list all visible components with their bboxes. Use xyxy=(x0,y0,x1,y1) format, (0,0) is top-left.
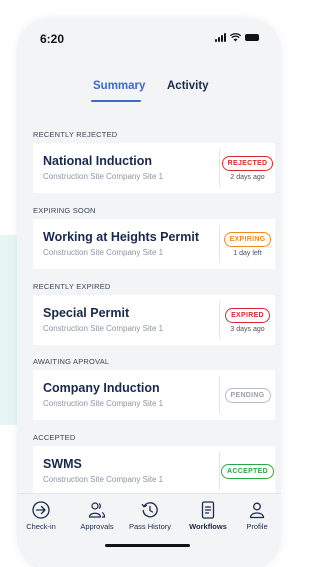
tab-bar: Summary Activity xyxy=(17,80,281,104)
status-badge-pending: PENDING xyxy=(224,387,271,403)
card-special-permit[interactable]: Special Permit Construction Site Company… xyxy=(33,295,275,345)
tab-summary[interactable]: Summary xyxy=(93,80,145,92)
profile-person-icon xyxy=(249,502,265,519)
battery-icon xyxy=(245,34,259,41)
nav-label: Profile xyxy=(246,522,268,531)
nav-check-in[interactable]: Check-in xyxy=(17,500,65,531)
card-title: Working at Heights Permit xyxy=(43,230,200,244)
phone-screen: 6:20 Summary Activity RECENTLY REJECTED … xyxy=(17,18,281,567)
approvals-users-icon xyxy=(88,502,106,518)
section-header-awaiting-approval: AWAITING APROVAL xyxy=(33,357,110,366)
status-bar: 6:20 xyxy=(17,18,281,58)
active-tab-indicator xyxy=(91,100,141,102)
nav-label: Pass History xyxy=(128,522,172,531)
status-time: 6:20 xyxy=(40,32,65,46)
nav-workflows[interactable]: Workflows xyxy=(184,500,232,531)
card-title: Special Permit xyxy=(43,306,130,320)
card-national-induction[interactable]: National Induction Construction Site Com… xyxy=(33,143,275,193)
card-subtitle: Construction Site Company Site 1 xyxy=(43,248,164,257)
card-subtitle: Construction Site Company Site 1 xyxy=(43,475,164,484)
status-area: REJECTED 2 days ago xyxy=(220,143,275,193)
status-area: EXPIRING 1 day left xyxy=(220,219,275,269)
nav-label: Check-in xyxy=(26,522,56,531)
status-area: ACCEPTED xyxy=(220,446,275,496)
card-subtitle: Construction Site Company Site 1 xyxy=(43,172,164,181)
status-badge-rejected: REJECTED xyxy=(221,155,274,171)
status-badge-accepted: ACCEPTED xyxy=(221,463,274,479)
nav-label: Approvals xyxy=(80,522,114,531)
status-time-label: 3 days ago xyxy=(230,325,265,333)
status-icons xyxy=(215,33,259,42)
status-area: EXPIRED 3 days ago xyxy=(220,295,275,345)
status-badge-expired: EXPIRED xyxy=(225,307,270,323)
nav-pass-history[interactable]: Pass History xyxy=(126,500,174,531)
card-title: Company Induction xyxy=(43,381,160,395)
status-area: PENDING xyxy=(220,370,275,420)
workflows-document-icon xyxy=(201,501,215,519)
card-title: SWMS xyxy=(43,457,82,471)
nav-profile[interactable]: Profile xyxy=(233,500,281,531)
status-time-label: 1 day left xyxy=(233,249,262,257)
section-header-expiring-soon: EXPIRING SOON xyxy=(33,206,96,215)
section-header-recently-expired: RECENTLY EXPIRED xyxy=(33,282,111,291)
pass-history-clock-icon xyxy=(141,502,158,518)
section-header-recently-rejected: RECENTLY REJECTED xyxy=(33,130,118,139)
nav-approvals[interactable]: Approvals xyxy=(73,500,121,531)
section-header-accepted: ACCEPTED xyxy=(33,433,76,442)
bottom-navigation: Check-in Approvals Pass History Workflow… xyxy=(17,493,281,567)
card-working-at-heights-permit[interactable]: Working at Heights Permit Construction S… xyxy=(33,219,275,269)
signal-icon xyxy=(215,33,226,42)
card-subtitle: Construction Site Company Site 1 xyxy=(43,399,164,408)
card-title: National Induction xyxy=(43,154,153,168)
card-swms[interactable]: SWMS Construction Site Company Site 1 AC… xyxy=(33,446,275,496)
status-badge-expiring: EXPIRING xyxy=(223,231,272,247)
card-company-induction[interactable]: Company Induction Construction Site Comp… xyxy=(33,370,275,420)
status-time-label: 2 days ago xyxy=(230,173,265,181)
card-subtitle: Construction Site Company Site 1 xyxy=(43,324,164,333)
check-in-arrow-icon xyxy=(32,501,50,519)
wifi-icon xyxy=(230,33,241,42)
home-indicator[interactable] xyxy=(105,544,190,547)
nav-label: Workflows xyxy=(189,522,227,531)
tab-activity[interactable]: Activity xyxy=(167,80,209,92)
